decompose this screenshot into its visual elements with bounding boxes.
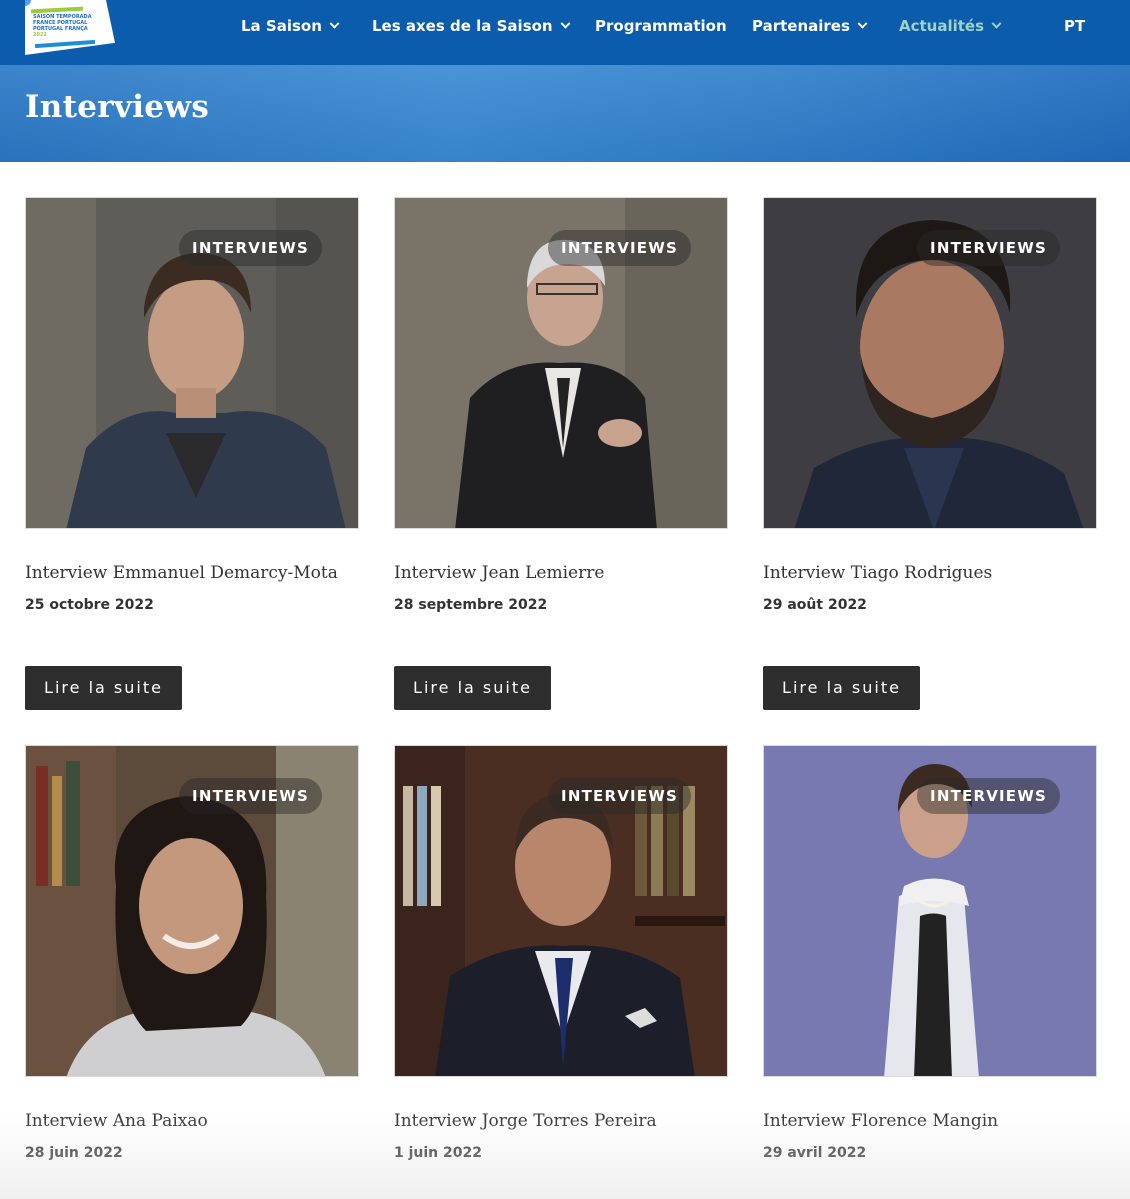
nav-item-programmation[interactable]: Programmation xyxy=(595,17,727,35)
read-more-button[interactable]: Lire la suite xyxy=(394,666,551,710)
article-photo[interactable]: INTERVIEWS xyxy=(763,745,1097,1077)
category-badge[interactable]: INTERVIEWS xyxy=(179,778,322,814)
article-date: 29 août 2022 xyxy=(763,597,867,613)
nav-label: Les axes de la Saison xyxy=(372,17,553,35)
chevron-down-icon xyxy=(991,18,1002,29)
article-title[interactable]: Interview Jorge Torres Pereira xyxy=(394,1111,657,1131)
read-more-button[interactable]: Lire la suite xyxy=(25,666,182,710)
nav-label: La Saison xyxy=(241,17,322,35)
logo-stripe-green xyxy=(30,6,84,14)
article-title[interactable]: Interview Jean Lemierre xyxy=(394,563,604,583)
article-title[interactable]: Interview Ana Paixao xyxy=(25,1111,208,1131)
category-badge[interactable]: INTERVIEWS xyxy=(917,778,1060,814)
nav-label: Actualités xyxy=(899,17,985,35)
nav-item-actualites[interactable]: Actualités xyxy=(899,17,1002,35)
chevron-down-icon xyxy=(329,18,340,29)
category-badge[interactable]: INTERVIEWS xyxy=(917,230,1060,266)
article-date: 29 avril 2022 xyxy=(763,1145,867,1161)
article-date: 28 septembre 2022 xyxy=(394,597,548,613)
nav-item-la-saison[interactable]: La Saison xyxy=(241,17,340,35)
article-title[interactable]: Interview Tiago Rodrigues xyxy=(763,563,992,583)
logo-dot xyxy=(25,0,31,6)
article-photo[interactable]: INTERVIEWS xyxy=(25,197,359,529)
article-photo[interactable]: INTERVIEWS xyxy=(394,197,728,529)
nav-item-partenaires[interactable]: Partenaires xyxy=(752,17,868,35)
article-date: 28 juin 2022 xyxy=(25,1145,123,1161)
read-more-button[interactable]: Lire la suite xyxy=(763,666,920,710)
logo-stripe-blue xyxy=(34,39,96,49)
nav-item-axes-saison[interactable]: Les axes de la Saison xyxy=(372,17,571,35)
nav-label: Partenaires xyxy=(752,17,850,35)
page-title: Interviews xyxy=(25,89,210,125)
nav-label: PT xyxy=(1064,17,1086,35)
page-banner: Interviews xyxy=(0,65,1130,162)
nav-label: Programmation xyxy=(595,17,727,35)
site-header: SAISON TEMPORADA FRANCE PORTUGAL PORTUGA… xyxy=(0,0,1130,65)
article-title[interactable]: Interview Florence Mangin xyxy=(763,1111,998,1131)
article-date: 1 juin 2022 xyxy=(394,1145,482,1161)
article-photo[interactable]: INTERVIEWS xyxy=(25,745,359,1077)
category-badge[interactable]: INTERVIEWS xyxy=(548,230,691,266)
logo-year: 2022 xyxy=(33,32,47,38)
logo-text: SAISON TEMPORADA FRANCE PORTUGAL PORTUGA… xyxy=(33,14,93,38)
article-photo[interactable]: INTERVIEWS xyxy=(763,197,1097,529)
language-switch-pt[interactable]: PT xyxy=(1064,17,1085,35)
article-title[interactable]: Interview Emmanuel Demarcy-Mota xyxy=(25,563,338,583)
site-logo[interactable]: SAISON TEMPORADA FRANCE PORTUGAL PORTUGA… xyxy=(25,0,115,55)
category-badge[interactable]: INTERVIEWS xyxy=(179,230,322,266)
article-photo[interactable]: INTERVIEWS xyxy=(394,745,728,1077)
chevron-down-icon xyxy=(857,18,868,29)
category-badge[interactable]: INTERVIEWS xyxy=(548,778,691,814)
chevron-down-icon xyxy=(560,18,571,29)
article-date: 25 octobre 2022 xyxy=(25,597,154,613)
